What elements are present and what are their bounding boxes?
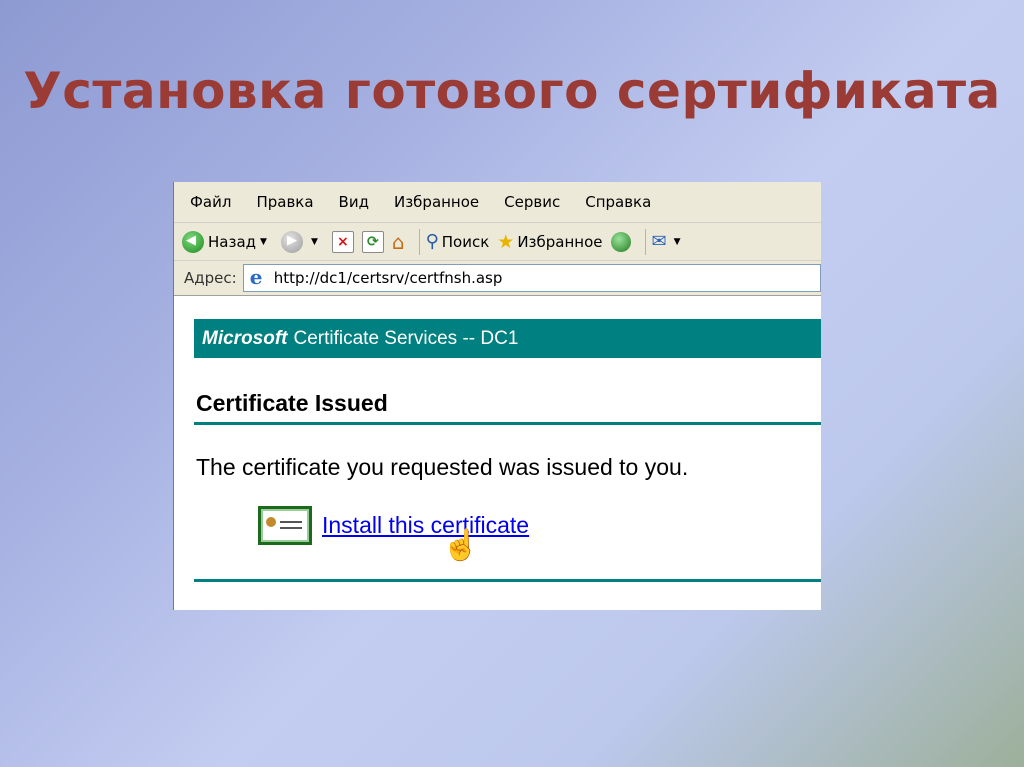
menu-bar: Файл Правка Вид Избранное Сервис Справка [174,182,821,223]
hand-cursor-icon: ☝ [442,529,480,562]
install-certificate-link[interactable]: Install this certificate [322,512,529,539]
favorites-button[interactable]: ★ Избранное [497,231,602,253]
browser-window: Файл Правка Вид Избранное Сервис Справка… [173,182,821,610]
chevron-down-icon[interactable]: ▼ [260,237,267,247]
address-url: http://dc1/certsrv/certfnsh.asp [273,269,503,287]
search-icon: ⚲ [425,231,439,252]
page-icon [248,265,266,289]
address-label: Адрес: [184,269,237,287]
star-icon: ★ [497,230,515,253]
forward-arrow-icon [280,230,303,253]
search-label: Поиск [441,232,490,251]
back-button[interactable]: Назад ▼ [182,230,273,253]
media-icon[interactable] [610,231,631,252]
address-bar: Адрес: http://dc1/certsrv/certfnsh.asp [174,261,821,296]
favorites-label: Избранное [517,232,603,251]
toolbar-separator [644,228,646,255]
service-banner: Microsoft Certificate Services -- DC1 [194,319,821,358]
menu-edit[interactable]: Правка [256,193,313,211]
mail-icon: ✉ [651,231,667,252]
page-heading: Certificate Issued [196,390,388,416]
banner-text: Certificate Services -- DC1 [293,327,519,349]
address-input[interactable]: http://dc1/certsrv/certfnsh.asp [242,264,821,292]
page-content: Microsoft Certificate Services -- DC1 Ce… [174,296,821,610]
back-arrow-icon [182,230,204,253]
menu-view[interactable]: Вид [339,193,369,211]
forward-button[interactable]: ▼ [280,230,324,253]
menu-favorites[interactable]: Избранное [394,193,479,211]
status-message: The certificate you requested was issued… [196,454,689,480]
divider [194,422,821,425]
banner-brand: Microsoft [202,327,288,349]
divider [194,579,821,582]
chevron-down-icon[interactable]: ▼ [674,237,681,247]
home-icon[interactable]: ⌂ [392,230,405,254]
chevron-down-icon[interactable]: ▼ [311,237,318,247]
toolbar-separator [418,228,420,255]
mail-button[interactable]: ✉ ▼ [652,231,687,252]
slide-title: Установка готового сертификата [23,62,1001,120]
certificate-icon [258,506,312,545]
menu-file[interactable]: Файл [190,193,231,211]
toolbar: Назад ▼ ▼ × ⟳ ⌂ ⚲ Поиск ★ Избранное ✉ ▼ [174,223,821,261]
menu-tools[interactable]: Сервис [504,193,560,211]
menu-help[interactable]: Справка [585,193,651,211]
install-row: Install this certificate [258,506,529,545]
back-label: Назад [208,232,257,251]
refresh-icon[interactable]: ⟳ [361,230,384,253]
stop-icon[interactable]: × [331,230,354,253]
search-button[interactable]: ⚲ Поиск [426,231,490,252]
